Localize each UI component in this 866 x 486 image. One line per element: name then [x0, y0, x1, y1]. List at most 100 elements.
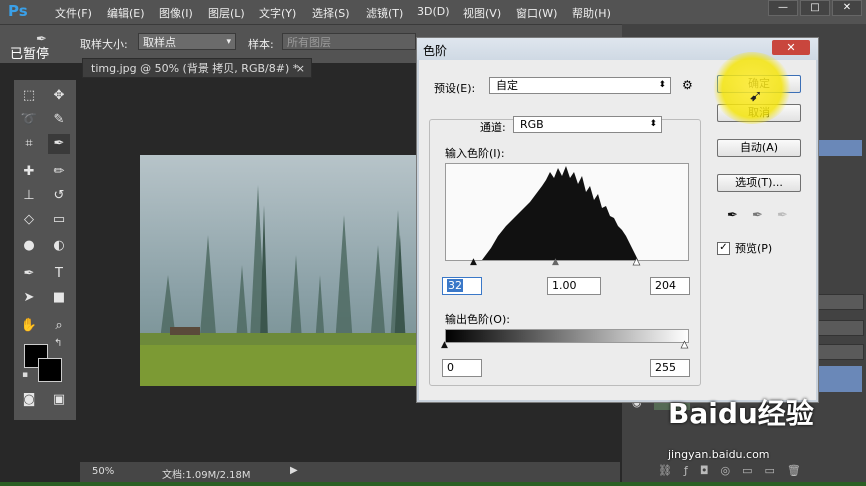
screen-mode-icon[interactable]: ▣: [48, 390, 70, 410]
layer-panel-buttons[interactable]: ⛓ƒ◘◎▭▭🗑: [658, 464, 813, 477]
zoom-tool-icon[interactable]: ⌕: [48, 316, 70, 336]
input-white-slider-icon[interactable]: ▲: [633, 257, 641, 268]
baidu-watermark: Baidu经验: [668, 397, 814, 430]
eraser-tool-icon[interactable]: ◇: [18, 210, 40, 230]
preset-value: 自定: [496, 79, 518, 92]
document-image[interactable]: [140, 155, 416, 386]
menu-type[interactable]: 文字(Y): [259, 5, 296, 21]
layer-row-selected[interactable]: [818, 366, 862, 392]
path-select-icon[interactable]: ➤: [18, 288, 40, 308]
input-black-slider-icon[interactable]: ▲: [470, 257, 477, 267]
preview-checkbox[interactable]: ✓: [717, 242, 730, 255]
close-tab-icon[interactable]: ×: [296, 59, 305, 79]
menu-file[interactable]: 文件(F): [55, 5, 92, 21]
close-window-button[interactable]: ✕: [832, 0, 862, 16]
sample-value: 所有图层: [287, 36, 331, 49]
marquee-tool-icon[interactable]: ⬚: [18, 86, 40, 106]
menu-window[interactable]: 窗口(W): [516, 5, 557, 21]
shape-tool-icon[interactable]: ■: [48, 288, 70, 308]
document-tab[interactable]: timg.jpg @ 50% (背景 拷贝, RGB/8#) * ×: [82, 58, 312, 78]
preset-label: 预设(E):: [434, 82, 476, 95]
brush-tool-icon[interactable]: ✏: [48, 162, 70, 182]
hand-tool-icon[interactable]: ✋: [18, 316, 40, 336]
menu-help[interactable]: 帮助(H): [572, 5, 611, 21]
preview-label: 预览(P): [735, 242, 773, 255]
updown-arrows-icon: ⬍: [658, 80, 666, 90]
swap-colors-icon[interactable]: ↰: [54, 338, 62, 349]
output-white-slider-icon[interactable]: ▲: [681, 340, 689, 351]
histogram-graph: [482, 166, 638, 260]
crop-tool-icon[interactable]: ⌗: [18, 134, 40, 154]
channel-value: RGB: [520, 118, 544, 131]
channel-select[interactable]: RGB ⬍: [513, 116, 662, 133]
white-eyedropper-icon[interactable]: ✒: [777, 208, 788, 223]
sample-label: 样本:: [248, 38, 274, 51]
histogram: [445, 163, 689, 261]
window-controls: — □ ✕: [768, 0, 862, 16]
status-menu-arrow-icon[interactable]: ▶: [290, 465, 298, 476]
chevron-down-icon: ▾: [226, 37, 231, 47]
auto-button[interactable]: 自动(A): [717, 139, 801, 157]
minimize-button[interactable]: —: [768, 0, 798, 16]
menu-filter[interactable]: 滤镜(T): [366, 5, 403, 21]
mouse-cursor-icon: ➹: [749, 86, 763, 105]
preset-select[interactable]: 自定 ⬍: [489, 77, 671, 94]
baidu-watermark-url: jingyan.baidu.com: [668, 448, 770, 461]
menu-select[interactable]: 选择(S): [312, 5, 350, 21]
lasso-tool-icon[interactable]: ➰: [18, 110, 40, 130]
input-gamma-field[interactable]: 1.00: [547, 277, 601, 295]
output-gradient: [445, 329, 689, 343]
gray-eyedropper-icon[interactable]: ✒: [752, 208, 763, 223]
menu-view[interactable]: 视图(V): [463, 5, 501, 21]
histogram-shape: [482, 166, 638, 260]
output-black-slider-icon[interactable]: ▲: [441, 340, 448, 350]
menu-edit[interactable]: 编辑(E): [107, 5, 145, 21]
blur-tool-icon[interactable]: ●: [18, 236, 40, 256]
sample-select[interactable]: 所有图层: [282, 33, 416, 50]
options-button[interactable]: 选项(T)...: [717, 174, 801, 192]
background-color-swatch[interactable]: [38, 358, 62, 382]
menu-bar: Ps 文件(F) 编辑(E) 图像(I) 图层(L) 文字(Y) 选择(S) 滤…: [0, 0, 866, 24]
maximize-button[interactable]: □: [800, 0, 830, 16]
quick-mask-icon[interactable]: ◙: [18, 390, 40, 410]
input-gray-slider-icon[interactable]: ▲: [552, 257, 559, 267]
menu-layer[interactable]: 图层(L): [208, 5, 245, 21]
output-black-field[interactable]: 0: [442, 359, 482, 377]
zoom-level[interactable]: 50%: [92, 466, 114, 477]
status-bar: 50% 文档:1.09M/2.18M ▶: [80, 462, 620, 482]
menu-image[interactable]: 图像(I): [159, 5, 193, 21]
input-white-field[interactable]: 204: [650, 277, 690, 295]
pen-tool-icon[interactable]: ✒: [18, 264, 40, 284]
forest-photo: [140, 155, 416, 386]
move-tool-icon[interactable]: ✥: [48, 86, 70, 106]
quick-select-tool-icon[interactable]: ✎: [48, 110, 70, 130]
document-tab-title: timg.jpg @ 50% (背景 拷贝, RGB/8#) *: [91, 62, 299, 75]
history-brush-icon[interactable]: ↺: [48, 186, 70, 206]
preset-options-gear-icon[interactable]: ⚙: [682, 78, 693, 92]
healing-tool-icon[interactable]: ✚: [18, 162, 40, 182]
stamp-tool-icon[interactable]: ⊥: [18, 186, 40, 206]
channel-label: 通道:: [480, 121, 506, 134]
panel-dropdown[interactable]: [818, 320, 864, 336]
eyedropper-tool-selected-icon[interactable]: ✒: [48, 134, 70, 154]
panel-selected-row[interactable]: [812, 140, 862, 156]
sample-size-select[interactable]: 取样点 ▾: [138, 33, 236, 50]
input-gamma-value: 1.00: [552, 279, 577, 292]
gradient-tool-icon[interactable]: ▭: [48, 210, 70, 230]
taskbar-strip: [0, 482, 866, 486]
menu-3d[interactable]: 3D(D): [417, 5, 450, 18]
document-info: 文档:1.09M/2.18M: [162, 470, 251, 481]
dialog-close-button[interactable]: ✕: [772, 40, 810, 55]
output-white-field[interactable]: 255: [650, 359, 690, 377]
default-colors-icon[interactable]: ▪: [22, 370, 28, 380]
tools-panel: ⬚ ✥ ➰ ✎ ⌗ ✒ ✚ ✏ ⊥ ↺ ◇ ▭ ● ◐ ✒ T ➤ ■ ✋ ⌕ …: [14, 80, 76, 420]
sample-size-value: 取样点: [143, 36, 176, 49]
type-tool-icon[interactable]: T: [48, 264, 70, 284]
panel-dropdown[interactable]: [818, 294, 864, 310]
input-levels-label: 输入色阶(I):: [445, 147, 505, 160]
dodge-tool-icon[interactable]: ◐: [48, 236, 70, 256]
input-black-field[interactable]: 32: [442, 277, 482, 295]
panel-dropdown[interactable]: [818, 344, 864, 360]
black-eyedropper-icon[interactable]: ✒: [727, 208, 738, 223]
sample-size-label: 取样大小:: [80, 38, 128, 51]
